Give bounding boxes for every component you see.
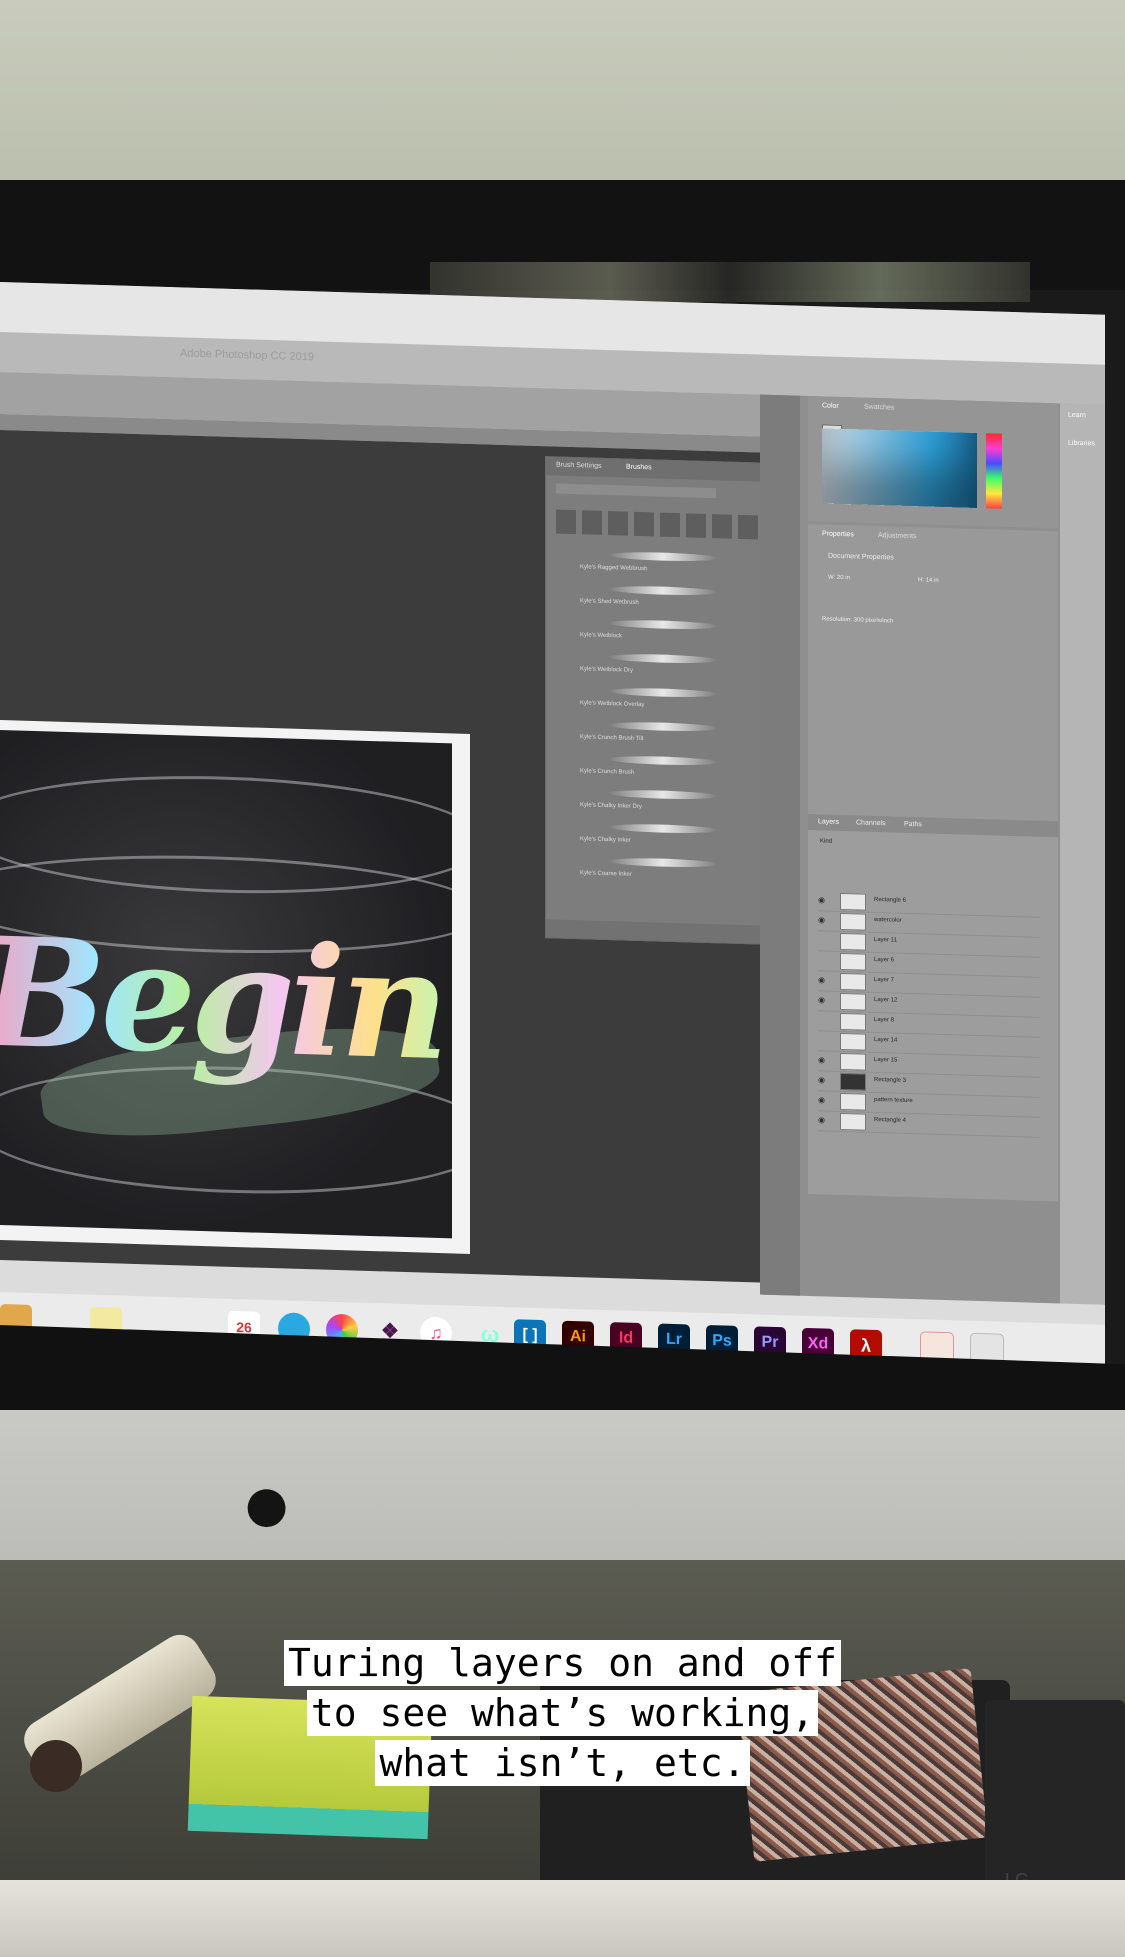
doc-width: W: 20 in	[828, 574, 850, 582]
layer-thumbnail	[840, 952, 866, 971]
brush-name: Kyle's Chalky Inker Dry	[580, 802, 642, 811]
brush-stroke-preview	[608, 857, 718, 869]
layer-thumbnail	[840, 1112, 866, 1131]
tab-properties[interactable]: Properties	[822, 530, 854, 538]
recent-brushes-strip[interactable]	[556, 509, 766, 540]
layer-thumbnail	[840, 932, 866, 951]
brush-item[interactable]: Kyle's Coarse Inker	[558, 854, 778, 895]
tab-color[interactable]: Color	[822, 402, 839, 409]
layer-name: Layer 14	[874, 1036, 898, 1044]
doc-resolution: Resolution: 300 pixels/inch	[822, 616, 894, 625]
layer-thumbnail	[840, 1032, 866, 1051]
layer-name: pattern texture	[874, 1096, 913, 1105]
brush-stroke-preview	[608, 823, 718, 835]
brush-name: Kyle's Shed Wetbrush	[580, 598, 639, 606]
document-properties-title: Document Properties	[828, 552, 894, 562]
brush-name: Kyle's Crunch Brush Tilt	[580, 734, 644, 743]
caption-line: Turing layers on and off	[283, 1640, 842, 1686]
shelf-edge	[0, 1880, 1125, 1957]
canvas-frame: Begin	[0, 720, 470, 1254]
eye-icon[interactable]: ◉	[818, 975, 825, 984]
hue-slider[interactable]	[986, 433, 1002, 509]
brush-name: Kyle's Chalky Inker	[580, 836, 631, 844]
tab-brushes[interactable]: Brushes	[626, 464, 652, 472]
layer-thumbnail	[840, 992, 866, 1011]
story-caption: Turing layers on and off to see what’s w…	[0, 1638, 1125, 1788]
layer-name: Rectangle 3	[874, 1076, 907, 1084]
brush-stroke-preview	[608, 653, 718, 665]
eye-icon[interactable]: ◉	[818, 1115, 825, 1124]
window-reflection	[430, 262, 1030, 302]
folder-icon	[840, 1092, 866, 1111]
brush-name: Kyle's Wetblock	[580, 632, 623, 640]
eye-icon[interactable]: ◉	[818, 1095, 825, 1104]
right-panel-dock: Color Swatches Properties Adjustments Do…	[760, 394, 1060, 1304]
layer-name: Layer 7	[874, 976, 895, 984]
layer-name: Layer 8	[874, 1016, 895, 1024]
eye-icon[interactable]: ◉	[818, 895, 825, 904]
panel-icon-column	[760, 394, 800, 1296]
layer-name: Rectangle 4	[874, 1116, 907, 1124]
brush-name: Kyle's Ragged Webbrush	[580, 564, 648, 573]
learn-tab[interactable]: Learn	[1068, 412, 1086, 420]
brush-name: Kyle's Wetblock Dry	[580, 666, 634, 674]
color-picker-field[interactable]	[822, 428, 977, 508]
brush-name: Kyle's Crunch Brush	[580, 768, 635, 776]
doc-height: H: 14 in	[918, 577, 939, 584]
wall-background	[0, 0, 1125, 210]
libraries-tab[interactable]: Libraries	[1068, 440, 1095, 448]
layer-thumbnail	[840, 972, 866, 991]
document-canvas[interactable]: Begin	[0, 730, 452, 1239]
brush-name: Kyle's Wetblock Overlay	[580, 700, 645, 709]
brush-stroke-preview	[608, 755, 718, 767]
tab-swatches[interactable]: Swatches	[864, 404, 894, 412]
brush-stroke-preview	[608, 721, 718, 733]
eye-icon[interactable]: ◉	[818, 995, 825, 1004]
layer-name: Layer 11	[874, 936, 897, 944]
brush-stroke-preview	[608, 619, 718, 631]
layer-filter-kind[interactable]: Kind	[820, 838, 832, 844]
brush-size-slider[interactable]	[556, 483, 716, 499]
layer-name: watercolor	[874, 916, 902, 924]
properties-panel: Properties Adjustments Document Properti…	[808, 523, 1058, 822]
apple-logo-icon: ●	[240, 1453, 294, 1552]
layer-name: Layer 12	[874, 996, 898, 1004]
folder-icon	[840, 912, 866, 931]
caption-line: what isn’t, etc.	[375, 1740, 750, 1786]
eye-icon[interactable]: ◉	[818, 915, 825, 924]
eye-icon[interactable]: ◉	[818, 1075, 825, 1084]
caption-line: to see what’s working,	[306, 1690, 819, 1736]
tab-layers[interactable]: Layers	[818, 818, 839, 826]
tab-paths[interactable]: Paths	[904, 821, 922, 829]
layers-panel: Layers Channels Paths Kind ◉ Rectangle 6 …	[808, 813, 1058, 1202]
layer-name: Layer 6	[874, 956, 895, 964]
side-panel-strip: Learn Libraries	[1060, 403, 1105, 1305]
brush-name: Kyle's Coarse Inker	[580, 870, 632, 878]
monitor-screen: Adobe Photoshop CC 2019 🔍 Begin Brush Se…	[0, 282, 1105, 1365]
brush-stroke-preview	[608, 789, 718, 801]
tab-adjustments[interactable]: Adjustments	[878, 532, 917, 540]
layer-thumbnail	[840, 1052, 866, 1071]
eye-icon[interactable]: ◉	[818, 1055, 825, 1064]
tab-brush-settings[interactable]: Brush Settings	[556, 462, 602, 470]
layer-thumbnail	[840, 1012, 866, 1031]
brush-stroke-preview	[608, 585, 718, 597]
tab-channels[interactable]: Channels	[856, 819, 886, 827]
layer-name: Layer 15	[874, 1056, 898, 1064]
layer-thumbnail	[840, 892, 866, 911]
layer-name: Rectangle 6	[874, 896, 907, 904]
artwork-lettering: Begin	[0, 904, 443, 1094]
layer-thumbnail	[840, 1072, 866, 1091]
brush-stroke-preview	[608, 551, 718, 563]
brush-stroke-preview	[608, 687, 718, 699]
